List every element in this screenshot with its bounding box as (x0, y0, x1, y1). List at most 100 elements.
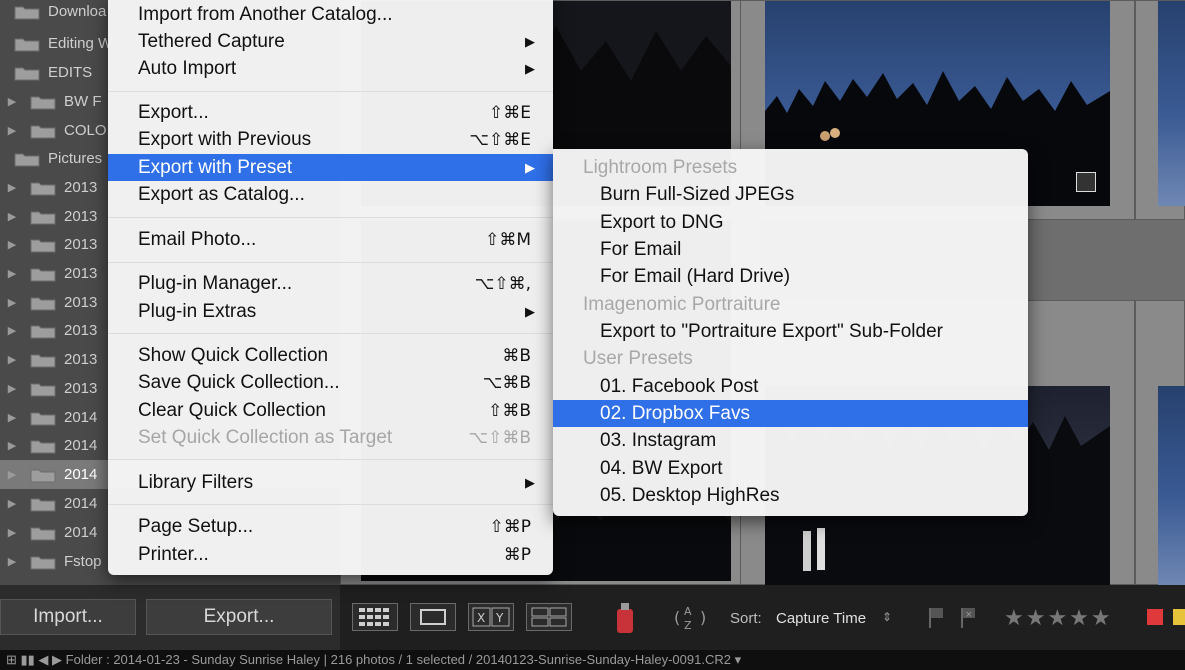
preset-menu-item[interactable]: For Email (Hard Drive) (553, 263, 1028, 290)
folder-icon (30, 410, 56, 426)
menu-item-label: 04. BW Export (600, 457, 723, 479)
folder-label: 2013 (64, 179, 98, 196)
painter-spray-can-icon[interactable] (612, 599, 638, 635)
grid-view-icon[interactable] (352, 603, 398, 631)
reject-flag-icon[interactable]: × (958, 605, 978, 629)
disclosure-triangle-icon[interactable]: ▶ (6, 296, 18, 309)
menu-separator (108, 459, 553, 460)
menu-item[interactable]: Save Quick Collection... ⌥⌘B (108, 369, 553, 396)
menu-item-label: Set Quick Collection as Target (138, 426, 393, 448)
disclosure-triangle-icon[interactable]: ▶ (6, 353, 18, 366)
menu-item-label: Export to "Portraiture Export" Sub-Folde… (600, 320, 943, 342)
svg-text:): ) (700, 608, 706, 627)
compare-view-icon[interactable]: XY (468, 603, 514, 631)
submenu-arrow-icon: ▶ (525, 474, 535, 490)
photo-thumbnail[interactable] (1158, 386, 1185, 586)
disclosure-triangle-icon[interactable]: ▶ (6, 497, 18, 510)
disclosure-triangle-icon[interactable]: ▶ (6, 439, 18, 452)
menu-item-label: Export with Preset (138, 156, 293, 178)
folder-icon (30, 295, 56, 311)
photo-thumbnail[interactable] (1158, 1, 1185, 206)
menu-separator (108, 262, 553, 263)
preset-menu-item[interactable]: 05. Desktop HighRes (553, 482, 1028, 509)
menu-item[interactable]: Plug-in Manager... ⌥⇧⌘, (108, 270, 553, 297)
folder-icon (30, 323, 56, 339)
disclosure-triangle-icon[interactable]: ▶ (6, 468, 18, 481)
svg-text:(: ( (674, 608, 680, 627)
preset-menu-item[interactable]: For Email (553, 236, 1028, 263)
menu-item-label: Page Setup... (138, 515, 254, 537)
menu-item[interactable]: Import from Another Catalog... (108, 1, 553, 28)
menu-item[interactable]: Email Photo... ⇧⌘M (108, 226, 553, 253)
menu-item[interactable]: Auto Import ▶ (108, 55, 553, 82)
folder-label: 2013 (64, 236, 98, 253)
preset-menu-item[interactable]: 01. Facebook Post (553, 373, 1028, 400)
menu-item-shortcut: ⌥⌘B (482, 372, 531, 393)
disclosure-triangle-icon[interactable]: ▶ (6, 382, 18, 395)
grid-cell[interactable] (1135, 300, 1185, 586)
disclosure-triangle-icon[interactable]: ▶ (6, 267, 18, 280)
folder-icon (30, 381, 56, 397)
menu-item-label: Show Quick Collection (138, 344, 329, 366)
menu-item[interactable]: Tethered Capture ▶ (108, 28, 553, 55)
folder-label: 2013 (64, 265, 98, 282)
loupe-view-icon[interactable] (410, 603, 456, 631)
submenu-arrow-icon: ▶ (525, 33, 535, 49)
folder-icon (30, 180, 56, 196)
disclosure-triangle-icon[interactable]: ▶ (6, 181, 18, 194)
disclosure-triangle-icon[interactable]: ▶ (6, 555, 18, 568)
preset-menu-item[interactable]: 02. Dropbox Favs (553, 400, 1028, 427)
svg-text:×: × (965, 610, 973, 620)
sort-select[interactable]: Capture Time (776, 610, 866, 627)
import-button[interactable]: Import... (0, 599, 136, 635)
preset-menu-item[interactable]: 04. BW Export (553, 455, 1028, 482)
disclosure-triangle-icon[interactable]: ▶ (6, 526, 18, 539)
star-rating-filter[interactable]: ★★★★★ (1004, 605, 1113, 631)
menu-item[interactable]: Library Filters ▶ (108, 469, 553, 496)
flag-icon[interactable] (926, 605, 946, 629)
menu-item[interactable]: Plug-in Extras ▶ (108, 298, 553, 325)
folder-label: 2014 (64, 495, 98, 512)
menu-item[interactable]: Page Setup... ⇧⌘P (108, 513, 553, 540)
preset-menu-item[interactable]: Export to "Portraiture Export" Sub-Folde… (553, 318, 1028, 345)
menu-item[interactable]: Export... ⇧⌘E (108, 99, 553, 126)
folder-icon (30, 525, 56, 541)
menu-item[interactable]: Show Quick Collection ⌘B (108, 342, 553, 369)
red-label-filter[interactable] (1147, 609, 1163, 625)
export-button[interactable]: Export... (146, 599, 332, 635)
disclosure-triangle-icon[interactable]: ▶ (6, 238, 18, 251)
survey-view-icon[interactable] (526, 603, 572, 631)
disclosure-triangle-icon[interactable]: ▶ (6, 95, 18, 108)
menu-item: Set Quick Collection as Target ⌥⇧⌘B (108, 424, 553, 451)
folder-icon (30, 496, 56, 512)
menu-item[interactable]: Export as Catalog... (108, 181, 553, 208)
disclosure-triangle-icon[interactable]: ▶ (6, 411, 18, 424)
disclosure-triangle-icon[interactable]: ▶ (6, 210, 18, 223)
folder-label: Downloa (48, 3, 107, 20)
sort-direction-icon[interactable]: (A Z) (670, 601, 716, 633)
menu-item-label: Export as Catalog... (138, 183, 305, 205)
disclosure-triangle-icon[interactable]: ▶ (6, 324, 18, 337)
menu-item-label: 03. Instagram (600, 429, 717, 451)
filmstrip-info-bar: ⊞ ▮▮ ◀ ▶ Folder : 2014-01-23 - Sunday Su… (0, 650, 1185, 670)
sort-select-arrows-icon[interactable]: ⇕ (882, 610, 892, 624)
menu-item[interactable]: Clear Quick Collection ⇧⌘B (108, 397, 553, 424)
submenu-arrow-icon: ▶ (525, 159, 535, 175)
import-export-bar: Import... Export... (0, 585, 340, 650)
preset-menu-item[interactable]: 03. Instagram (553, 427, 1028, 454)
preset-menu-item[interactable]: Burn Full-Sized JPEGs (553, 181, 1028, 208)
menu-item-shortcut: ⌥⇧⌘E (469, 129, 531, 150)
menu-item-label: Printer... (138, 543, 209, 565)
menu-item[interactable]: Export with Previous ⌥⇧⌘E (108, 126, 553, 153)
export-preset-submenu: Lightroom Presets Burn Full-Sized JPEGs Ex… (553, 149, 1028, 516)
yellow-label-filter[interactable] (1173, 609, 1185, 625)
folder-icon (30, 123, 56, 139)
menu-item[interactable]: Printer... ⌘P (108, 541, 553, 568)
menu-item-label: Export to DNG (600, 211, 724, 233)
preset-menu-item[interactable]: Export to DNG (553, 209, 1028, 236)
disclosure-triangle-icon[interactable]: ▶ (6, 124, 18, 137)
menu-item[interactable]: Export with Preset ▶ (108, 154, 553, 181)
grid-cell[interactable] (1135, 0, 1185, 220)
folder-label: BW F (64, 93, 102, 110)
folder-icon (30, 554, 56, 570)
